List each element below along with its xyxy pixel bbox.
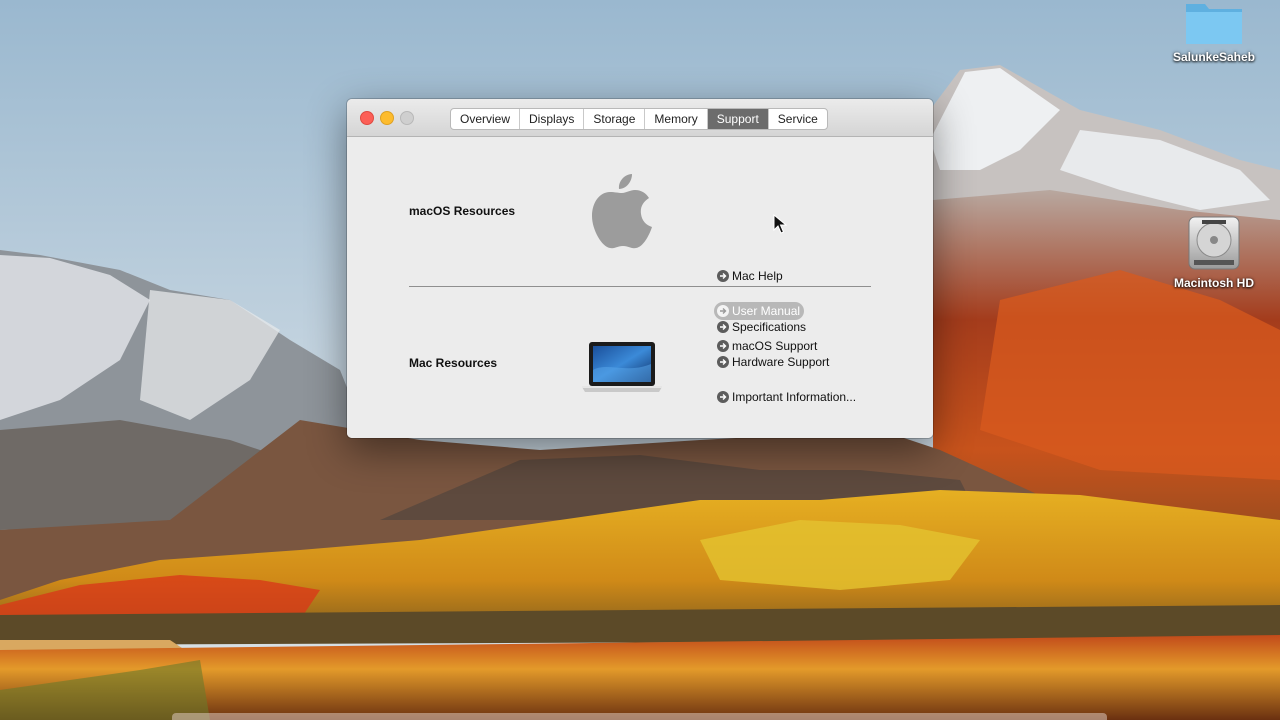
- macos-resources-label: macOS Resources: [409, 204, 516, 218]
- mouse-cursor-icon: [773, 214, 787, 234]
- arrow-circle-icon: [717, 340, 729, 352]
- tab-displays[interactable]: Displays: [520, 109, 585, 129]
- arrow-circle-icon: [717, 356, 729, 368]
- support-pane: macOS Resources Mac Help User Manual mac…: [347, 137, 933, 438]
- arrow-circle-icon: [717, 270, 729, 282]
- tab-support[interactable]: Support: [707, 109, 769, 129]
- zoom-button: [400, 111, 414, 125]
- tab-storage[interactable]: Storage: [584, 109, 646, 129]
- tab-overview[interactable]: Overview: [451, 109, 521, 129]
- hard-drive-icon: [1186, 214, 1242, 272]
- important-information-label: Important Information...: [732, 390, 857, 404]
- minimize-button[interactable]: [380, 111, 394, 125]
- tab-bar: Overview Displays Storage Memory Support…: [450, 108, 828, 130]
- specifications-link[interactable]: Specifications: [717, 318, 806, 336]
- desktop-hard-drive-label: Macintosh HD: [1173, 276, 1254, 290]
- arrow-circle-icon: [717, 305, 729, 317]
- dock[interactable]: [172, 713, 1107, 720]
- desktop-folder[interactable]: SalunkeSaheb: [1159, 0, 1269, 64]
- hardware-support-link[interactable]: Hardware Support: [717, 353, 829, 371]
- mac-resources-label: Mac Resources: [409, 356, 498, 370]
- window-titlebar[interactable]: Overview Displays Storage Memory Support…: [347, 99, 933, 137]
- folder-icon: [1183, 0, 1245, 46]
- desktop-folder-label: SalunkeSaheb: [1172, 50, 1256, 64]
- desktop-hard-drive[interactable]: Macintosh HD: [1159, 214, 1269, 290]
- important-information-link[interactable]: Important Information...: [717, 388, 856, 406]
- laptop-icon: [582, 342, 662, 392]
- section-divider: [409, 286, 871, 287]
- apple-logo-icon: [592, 174, 652, 249]
- mac-help-label: Mac Help: [732, 269, 783, 283]
- about-this-mac-window: Overview Displays Storage Memory Support…: [347, 99, 933, 438]
- hardware-support-label: Hardware Support: [732, 355, 830, 369]
- mac-help-link[interactable]: Mac Help: [717, 267, 783, 285]
- arrow-circle-icon: [717, 391, 729, 403]
- specifications-label: Specifications: [732, 320, 807, 334]
- close-button[interactable]: [360, 111, 374, 125]
- tab-service[interactable]: Service: [769, 109, 827, 129]
- arrow-circle-icon: [717, 321, 729, 333]
- tab-memory[interactable]: Memory: [645, 109, 708, 129]
